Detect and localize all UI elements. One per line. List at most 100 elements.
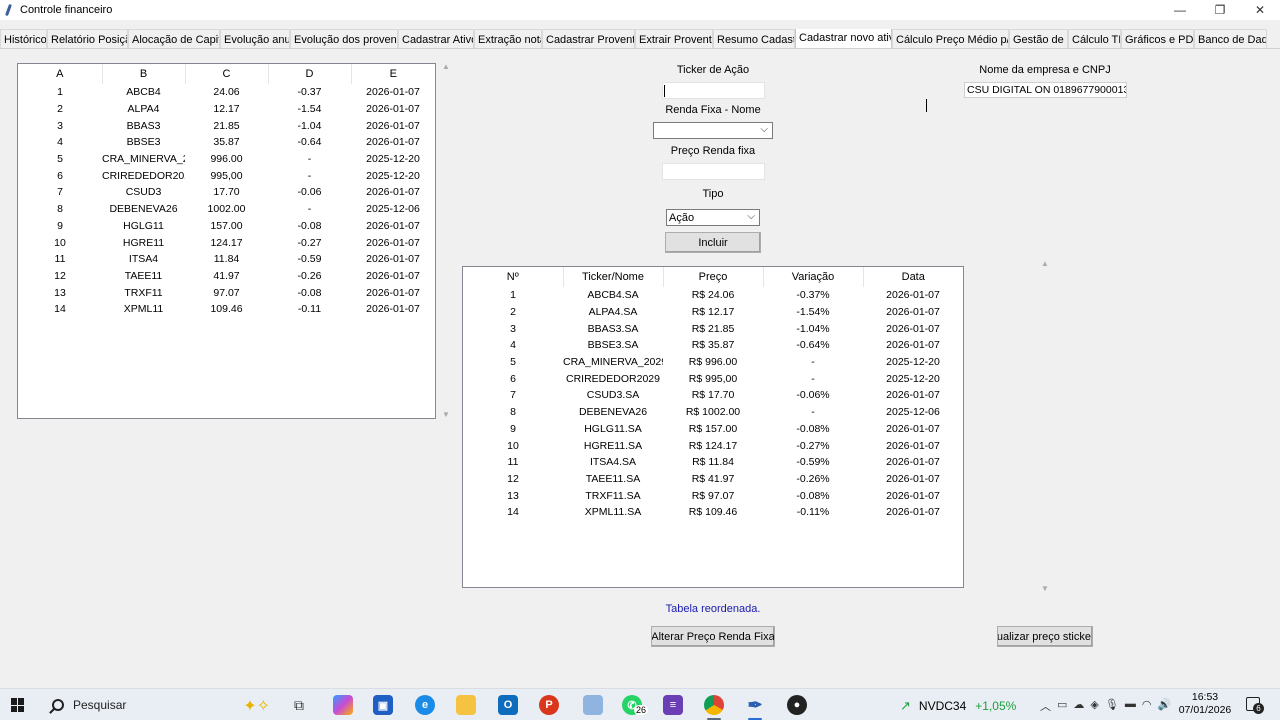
clipchamp-icon[interactable]: ≡	[663, 695, 683, 715]
battery-icon[interactable]: ▬	[1125, 698, 1136, 714]
left-data-table[interactable]: ABCDE 1 ABCB4 24.06 -0.37 2026-01-07 2 ALPA4 12…	[17, 63, 436, 419]
copilot-icon[interactable]	[333, 695, 353, 715]
table-row[interactable]: 7 CSUD3 17.70 -0.06 2026-01-07	[18, 184, 435, 201]
left-column-header[interactable]: E	[351, 64, 435, 84]
close-button[interactable]: ✕	[1240, 0, 1280, 20]
tab-graficos-e-pdfs[interactable]: Gráficos e PDFs	[1121, 29, 1194, 48]
minimize-button[interactable]: —	[1160, 0, 1200, 20]
right-column-header[interactable]: Preço	[663, 267, 764, 287]
table-row[interactable]: 8 DEBENEVA26 1002.00 - 2025-12-06	[18, 201, 435, 218]
right-column-header[interactable]: Nº	[463, 267, 564, 287]
tab-evolucao-anua[interactable]: Evolução anua	[220, 29, 290, 48]
table-row[interactable]: 13 TRXF11 97.07 -0.08 2026-01-07	[18, 284, 435, 301]
table-row[interactable]: 7 CSUD3.SA R$ 17.70 -0.06% 2026-01-07	[463, 387, 963, 404]
tab-cadastrar-novo-ativo[interactable]: Cadastrar novo ativo	[795, 29, 892, 48]
renda-fixa-select[interactable]: ⌵	[653, 122, 773, 139]
tab-cadastrar-proventos[interactable]: Cadastrar Proventos	[542, 29, 635, 48]
onedrive-icon[interactable]: ☁	[1073, 698, 1084, 714]
tab-extracao-notas[interactable]: Extração notas	[474, 29, 542, 48]
table-row[interactable]: 12 TAEE11.SA R$ 41.97 -0.26% 2026-01-07	[463, 471, 963, 488]
preco-renda-fixa-input[interactable]	[662, 163, 765, 180]
table-row[interactable]: 11 ITSA4 11.84 -0.59 2026-01-07	[18, 251, 435, 268]
tab-evolucao-dos-provento[interactable]: Evolução dos provento:	[290, 29, 398, 48]
atualizar-preco-button[interactable]: Atualizar preço sticke	[997, 626, 1093, 647]
table-row[interactable]: 13 TRXF11.SA R$ 97.07 -0.08% 2026-01-07	[463, 487, 963, 504]
table-row[interactable]: 4 BBSE3 35.87 -0.64 2026-01-07	[18, 134, 435, 151]
tab-gestao-de-ir[interactable]: Gestão de IR	[1009, 29, 1068, 48]
ticker-input[interactable]	[662, 82, 765, 99]
table-row[interactable]: 10 HGRE11.SA R$ 124.17 -0.27% 2026-01-07	[463, 437, 963, 454]
table-row[interactable]: 10 HGRE11 124.17 -0.27 2026-01-07	[18, 234, 435, 251]
table-row[interactable]: 12 TAEE11 41.97 -0.26 2026-01-07	[18, 268, 435, 285]
feather-app-icon[interactable]: ✒	[745, 695, 765, 715]
table-cell: 11.84	[213, 253, 240, 266]
task-view-icon[interactable]: ⧉	[289, 695, 309, 715]
tab-historico[interactable]: Histórico	[0, 29, 47, 48]
table-row[interactable]: 3 BBAS3 21.85 -1.04 2026-01-07	[18, 117, 435, 134]
tab-calculo-preco-medio-p-if[interactable]: Cálculo Preço Médio p/IF	[892, 29, 1009, 48]
table-row[interactable]: 1 ABCB4.SA R$ 24.06 -0.37% 2026-01-07	[463, 287, 963, 304]
tab-cadastrar-ativos[interactable]: Cadastrar Ativos	[398, 29, 474, 48]
system-tray[interactable]: ︿ ▭ ☁ ◈ 🎙 ▬ ◠ 🔊	[1040, 698, 1171, 714]
volume-icon[interactable]: 🔊	[1157, 698, 1171, 714]
table-cell: R$ 21.85	[691, 322, 735, 335]
tab-calculo-tif[interactable]: Cálculo TIF	[1068, 29, 1121, 48]
table-row[interactable]: 1 ABCB4 24.06 -0.37 2026-01-07	[18, 84, 435, 101]
scroll-down-arrow-icon[interactable]: ▼	[442, 410, 450, 419]
stock-widget[interactable]: ↗ NVDC34 +1,05%	[900, 698, 1016, 714]
scroll-down-arrow-icon[interactable]: ▼	[1041, 584, 1049, 593]
tipo-select[interactable]: Ação ⌵	[666, 209, 760, 226]
table-row[interactable]: 6 CRIREDEDOR2029 R$ 995,00 - 2025-12-20	[463, 370, 963, 387]
taskbar-search[interactable]: Pesquisar ✦✧	[44, 692, 274, 718]
left-column-header[interactable]: B	[102, 64, 186, 84]
right-column-header[interactable]: Variação	[763, 267, 864, 287]
pdf-icon[interactable]: P	[539, 695, 559, 715]
windows-start-icon[interactable]	[11, 698, 25, 712]
table-row[interactable]: 14 XPML11.SA R$ 109.46 -0.11% 2026-01-07	[463, 504, 963, 521]
scroll-up-arrow-icon[interactable]: ▲	[442, 62, 450, 71]
dropbox-icon[interactable]: ◈	[1090, 698, 1098, 714]
file-explorer-icon[interactable]	[456, 695, 476, 715]
table-row[interactable]: 2 ALPA4.SA R$ 12.17 -1.54% 2026-01-07	[463, 304, 963, 321]
incluir-button[interactable]: Incluir	[665, 232, 761, 253]
table-row[interactable]: 5 CRA_MINERVA_2(996.00 - 2025-12-20	[18, 151, 435, 168]
wifi-icon[interactable]: ◠	[1142, 698, 1152, 714]
table-row[interactable]: 9 HGLG11 157.00 -0.08 2026-01-07	[18, 218, 435, 235]
tab-relatorio-posicao[interactable]: Relatório Posição	[47, 29, 128, 48]
store-icon[interactable]: ▣	[373, 695, 393, 715]
maximize-button[interactable]: ❐	[1200, 0, 1240, 20]
alterar-preco-renda-fixa-button[interactable]: Alterar Preço Renda Fixa	[651, 626, 775, 647]
table-row[interactable]: 8 DEBENEVA26 R$ 1002.00 - 2025-12-06	[463, 404, 963, 421]
company-field[interactable]: CSU DIGITAL ON 01896779000138	[964, 82, 1127, 98]
right-data-table[interactable]: Nº Ticker/Nome Preço Variação Data 1 ABCB4.SA…	[462, 266, 964, 588]
table-row[interactable]: 5 CRA_MINERVA_2029 R$ 996.00 - 2025-12-20	[463, 354, 963, 371]
scroll-up-arrow-icon[interactable]: ▲	[1041, 259, 1049, 268]
right-column-header[interactable]: Data	[863, 267, 963, 287]
microphone-icon[interactable]: 🎙	[1105, 698, 1119, 714]
tab-extrair-proventos[interactable]: Extrair Proventos	[635, 29, 713, 48]
table-row[interactable]: 14 XPML11 109.46 -0.11 2026-01-07	[18, 301, 435, 318]
clock[interactable]: 16:53 07/01/2026	[1172, 691, 1238, 717]
left-column-header[interactable]: D	[268, 64, 352, 84]
outlook-icon[interactable]: O	[498, 695, 518, 715]
table-row[interactable]: 3 BBAS3.SA R$ 21.85 -1.04% 2026-01-07	[463, 320, 963, 337]
table-cell: 2026-01-07	[366, 236, 420, 249]
tab-resumo-cadastra[interactable]: Resumo Cadastra	[713, 29, 795, 48]
tab-banco-de-dados[interactable]: Banco de Dados	[1194, 29, 1267, 48]
right-column-header[interactable]: Ticker/Nome	[563, 267, 664, 287]
chrome-icon[interactable]	[704, 695, 724, 715]
table-row[interactable]: 2 ALPA4 12.17 -1.54 2026-01-07	[18, 101, 435, 118]
table-row[interactable]: 9 HGLG11.SA R$ 157.00 -0.08% 2026-01-07	[463, 421, 963, 438]
table-row[interactable]: 11 ITSA4.SA R$ 11.84 -0.59% 2026-01-07	[463, 454, 963, 471]
meet-icon[interactable]: ▭	[1057, 698, 1067, 714]
left-column-header[interactable]: A	[18, 64, 103, 84]
obs-icon[interactable]: ●	[787, 695, 807, 715]
left-column-header[interactable]: C	[185, 64, 269, 84]
table-row[interactable]: 4 BBSE3.SA R$ 35.87 -0.64% 2026-01-07	[463, 337, 963, 354]
edge-icon[interactable]: e	[415, 695, 435, 715]
chevron-up-icon[interactable]: ︿	[1040, 698, 1051, 714]
table-cell: 2026-01-07	[886, 456, 940, 469]
notepad-icon[interactable]	[583, 695, 603, 715]
table-row[interactable]: 6 CRIREDEDOR2029 995,00 - 2025-12-20	[18, 167, 435, 184]
tab-alocacao-de-capita[interactable]: Alocação de Capita	[128, 29, 220, 48]
